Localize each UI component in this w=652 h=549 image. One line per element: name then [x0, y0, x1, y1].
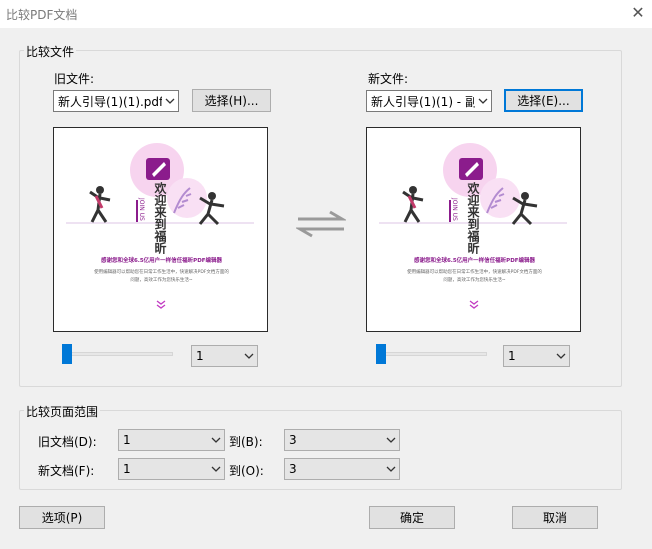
old-doc-to-value: 3 [289, 433, 297, 447]
swap-arrows-icon [296, 210, 346, 238]
new-doc-from-value: 1 [123, 462, 131, 476]
title-bar [0, 0, 652, 28]
old-doc-from-select[interactable]: 1 [118, 429, 225, 451]
preview-body-line2: 问题，高效工作为您快乐生活~ [443, 278, 506, 283]
scroll-down-icon [469, 300, 479, 309]
new-file-label: 新文件: [368, 72, 409, 86]
preview-brand-vertical: JOIN US [451, 198, 458, 221]
options-button[interactable]: 选项(P) [19, 506, 105, 529]
old-file-value: 新人引导(1)(1).pdf [58, 94, 162, 109]
chevron-down-icon [553, 353, 569, 359]
chevron-down-icon [383, 437, 399, 443]
old-file-select[interactable]: 新人引导(1)(1).pdf [53, 90, 179, 112]
compare-files-legend: 比较文件 [24, 43, 77, 60]
old-page-select[interactable]: 1 [191, 345, 258, 367]
preview-welcome-text: 欢迎来到福昕 [153, 182, 167, 254]
old-page-value: 1 [196, 349, 204, 363]
ok-button[interactable]: 确定 [369, 506, 455, 529]
cancel-button[interactable]: 取消 [512, 506, 598, 529]
choose-new-file-button[interactable]: 选择(E)... [504, 89, 583, 112]
new-slider-track [376, 352, 487, 356]
new-page-select[interactable]: 1 [503, 345, 570, 367]
preview-headline: 感谢您和全球6.5亿用户一样信任福昕PDF编辑器 [413, 258, 536, 264]
scroll-down-icon [156, 300, 166, 309]
old-file-preview: JOIN US 欢迎来到福昕 感谢您和全球6.5亿用户一样信任福昕PDF编辑器 … [53, 127, 268, 332]
new-doc-from-select[interactable]: 1 [118, 458, 225, 480]
old-slider-track [62, 352, 173, 356]
new-slider-thumb[interactable] [376, 344, 386, 364]
chevron-down-icon [162, 98, 178, 104]
chevron-down-icon [208, 466, 224, 472]
old-doc-from-value: 1 [123, 433, 131, 447]
preview-welcome-text: 欢迎来到福昕 [466, 182, 480, 254]
old-doc-to-select[interactable]: 3 [284, 429, 400, 451]
close-icon[interactable]: ✕ [628, 3, 648, 23]
choose-old-file-button[interactable]: 选择(H)... [192, 89, 271, 112]
old-file-label: 旧文件: [54, 72, 95, 86]
new-page-slider[interactable] [374, 343, 489, 365]
page-range-legend: 比较页面范围 [24, 403, 101, 420]
preview-body-line1: 使用编辑器可以帮助您在日常工作生活中，快速解决PDF文档方面的 [94, 270, 229, 275]
new-doc-label: 新文档(F): [38, 464, 95, 478]
old-page-slider[interactable] [60, 343, 175, 365]
chevron-down-icon [208, 437, 224, 443]
chevron-down-icon [241, 353, 257, 359]
old-slider-thumb[interactable] [62, 344, 72, 364]
old-doc-label: 旧文档(D): [38, 435, 97, 449]
chevron-down-icon [383, 466, 399, 472]
new-file-preview: JOIN US 欢迎来到福昕 感谢您和全球6.5亿用户一样信任福昕PDF编辑器 … [366, 127, 581, 332]
chevron-down-icon [475, 98, 491, 104]
preview-body-line1: 使用编辑器可以帮助您在日常工作生活中，快速解决PDF文档方面的 [407, 270, 542, 275]
preview-brand-vertical: JOIN US [138, 198, 145, 221]
new-doc-to-select[interactable]: 3 [284, 458, 400, 480]
new-file-value: 新人引导(1)(1) - 副 [371, 94, 475, 109]
new-doc-to-label: 到(O): [229, 464, 264, 478]
new-doc-to-value: 3 [289, 462, 297, 476]
old-doc-to-label: 到(B): [229, 435, 263, 449]
preview-headline: 感谢您和全球6.5亿用户一样信任福昕PDF编辑器 [100, 258, 223, 264]
new-file-select[interactable]: 新人引导(1)(1) - 副 [366, 90, 492, 112]
window-title: 比较PDF文档 [6, 8, 78, 22]
new-page-value: 1 [508, 349, 516, 363]
preview-body-line2: 问题，高效工作为您快乐生活~ [130, 278, 193, 283]
